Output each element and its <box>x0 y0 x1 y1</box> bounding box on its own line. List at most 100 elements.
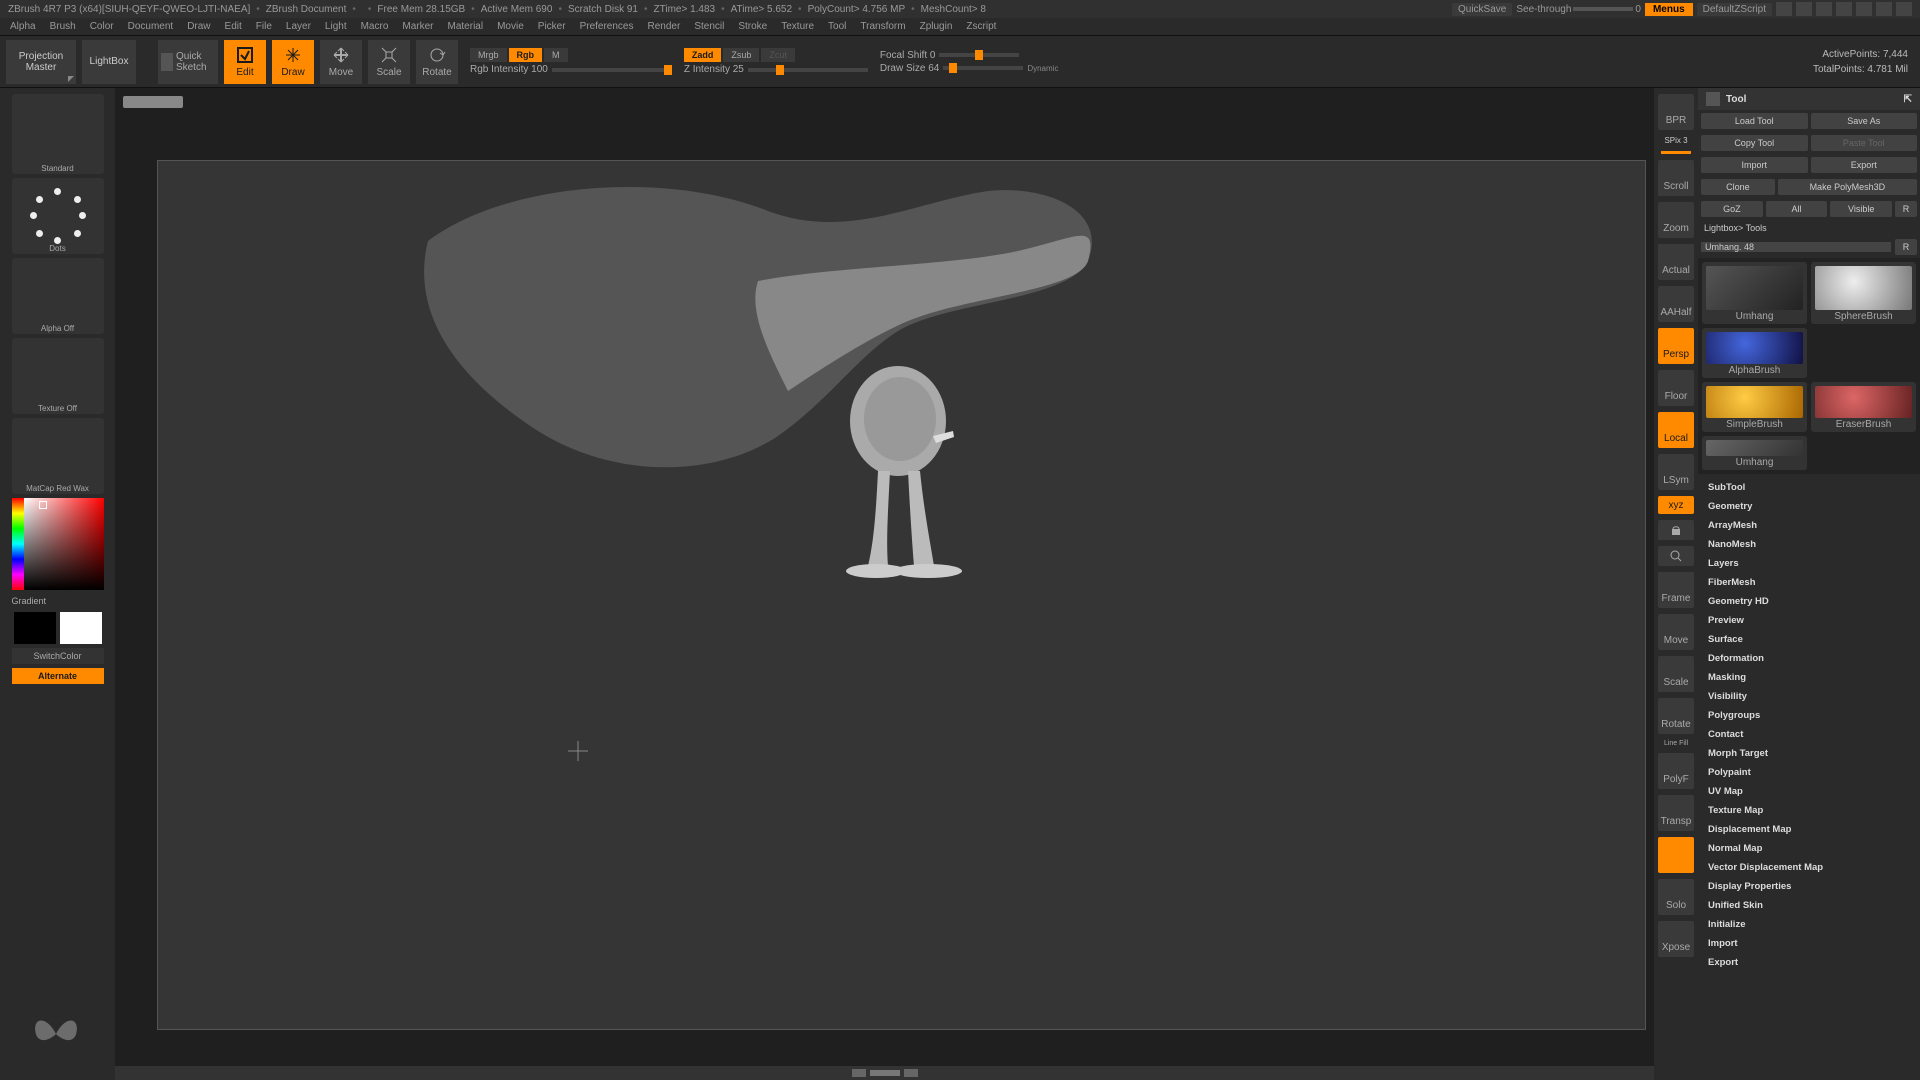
win-btn-1[interactable] <box>1776 2 1792 16</box>
see-through-slider[interactable]: See-through 0 <box>1516 4 1641 15</box>
solo-button[interactable]: Solo <box>1658 879 1694 915</box>
edit-mode-button[interactable]: Edit <box>224 40 266 84</box>
xpose-button[interactable]: Xpose <box>1658 921 1694 957</box>
menu-render[interactable]: Render <box>648 21 681 32</box>
menu-tool[interactable]: Tool <box>828 21 846 32</box>
menu-zscript[interactable]: Zscript <box>966 21 996 32</box>
menu-alpha[interactable]: Alpha <box>10 21 36 32</box>
section-visibility[interactable]: Visibility <box>1698 687 1920 706</box>
local-button[interactable]: Local <box>1658 412 1694 448</box>
menu-transform[interactable]: Transform <box>860 21 905 32</box>
menu-stroke[interactable]: Stroke <box>738 21 767 32</box>
tool-r-button[interactable]: R <box>1895 239 1917 255</box>
mrgb-button[interactable]: Mrgb <box>470 48 507 62</box>
menu-edit[interactable]: Edit <box>225 21 242 32</box>
tool-thumb-eraserbrush[interactable]: EraserBrush <box>1811 382 1916 432</box>
sv-box[interactable] <box>24 498 104 590</box>
menu-movie[interactable]: Movie <box>497 21 524 32</box>
menu-material[interactable]: Material <box>448 21 484 32</box>
section-import[interactable]: Import <box>1698 934 1920 953</box>
make-polymesh-button[interactable]: Make PolyMesh3D <box>1778 179 1917 195</box>
polyf-button[interactable]: PolyF <box>1658 753 1694 789</box>
goz-button[interactable]: GoZ <box>1701 201 1763 217</box>
paste-tool-button[interactable]: Paste Tool <box>1811 135 1918 151</box>
save-as-button[interactable]: Save As <box>1811 113 1918 129</box>
zoom-button[interactable]: Zoom <box>1658 202 1694 238</box>
rgb-button[interactable]: Rgb <box>509 48 543 62</box>
lock-button[interactable] <box>1658 520 1694 540</box>
section-deformation[interactable]: Deformation <box>1698 649 1920 668</box>
menu-light[interactable]: Light <box>325 21 347 32</box>
goz-all-button[interactable]: All <box>1766 201 1828 217</box>
color-picker[interactable] <box>12 498 104 590</box>
spix-label[interactable]: SPix 3 <box>1664 136 1687 145</box>
floor-button[interactable]: Floor <box>1658 370 1694 406</box>
tool-thumb-alphabrush[interactable]: AlphaBrush <box>1702 328 1807 378</box>
section-vector-displacement[interactable]: Vector Displacement Map <box>1698 858 1920 877</box>
win-btn-2[interactable] <box>1796 2 1812 16</box>
section-geometry-hd[interactable]: Geometry HD <box>1698 592 1920 611</box>
draw-mode-button[interactable]: Draw <box>272 40 314 84</box>
section-morph-target[interactable]: Morph Target <box>1698 744 1920 763</box>
tool-name-slider[interactable]: Umhang. 48 <box>1701 242 1891 252</box>
section-surface[interactable]: Surface <box>1698 630 1920 649</box>
export-button[interactable]: Export <box>1811 157 1918 173</box>
quicksave-button[interactable]: QuickSave <box>1452 3 1512 16</box>
section-preview[interactable]: Preview <box>1698 611 1920 630</box>
secondary-color-swatch[interactable] <box>14 612 56 644</box>
close-button[interactable] <box>1896 2 1912 16</box>
texture-selector[interactable]: Texture Off <box>12 338 104 414</box>
quick-sketch-button[interactable]: Quick Sketch <box>158 40 218 84</box>
persp-button[interactable]: Persp <box>1658 328 1694 364</box>
section-polygroups[interactable]: Polygroups <box>1698 706 1920 725</box>
clone-button[interactable]: Clone <box>1701 179 1775 195</box>
menu-marker[interactable]: Marker <box>402 21 433 32</box>
switch-color-button[interactable]: SwitchColor <box>12 648 104 664</box>
canvas-scroll-handle[interactable] <box>123 96 183 108</box>
undock-icon[interactable]: ⇱ <box>1904 94 1912 105</box>
zcut-button[interactable]: Zcut <box>761 48 795 62</box>
magnify-button[interactable] <box>1658 546 1694 566</box>
maximize-button[interactable] <box>1876 2 1892 16</box>
brush-selector[interactable]: Standard <box>12 94 104 174</box>
menu-document[interactable]: Document <box>128 21 174 32</box>
section-masking[interactable]: Masking <box>1698 668 1920 687</box>
canvas-move-button[interactable]: Move <box>1658 614 1694 650</box>
stroke-selector[interactable]: Dots <box>12 178 104 254</box>
primary-color-swatch[interactable] <box>60 612 102 644</box>
section-initialize[interactable]: Initialize <box>1698 915 1920 934</box>
aahalf-button[interactable]: AAHalf <box>1658 286 1694 322</box>
menu-draw[interactable]: Draw <box>187 21 210 32</box>
tool-thumb-simplebrush[interactable]: SimpleBrush <box>1702 382 1807 432</box>
frame-button[interactable]: Frame <box>1658 572 1694 608</box>
actual-button[interactable]: Actual <box>1658 244 1694 280</box>
load-tool-button[interactable]: Load Tool <box>1701 113 1808 129</box>
section-uv-map[interactable]: UV Map <box>1698 782 1920 801</box>
section-fibermesh[interactable]: FiberMesh <box>1698 573 1920 592</box>
copy-tool-button[interactable]: Copy Tool <box>1701 135 1808 151</box>
scroll-button[interactable]: Scroll <box>1658 160 1694 196</box>
section-display-properties[interactable]: Display Properties <box>1698 877 1920 896</box>
goz-visible-button[interactable]: Visible <box>1830 201 1892 217</box>
zadd-button[interactable]: Zadd <box>684 48 722 62</box>
section-layers[interactable]: Layers <box>1698 554 1920 573</box>
zsub-button[interactable]: Zsub <box>723 48 759 62</box>
win-btn-4[interactable] <box>1836 2 1852 16</box>
menu-macro[interactable]: Macro <box>361 21 389 32</box>
menu-file[interactable]: File <box>256 21 272 32</box>
move-mode-button[interactable]: Move <box>320 40 362 84</box>
menu-layer[interactable]: Layer <box>286 21 311 32</box>
m-button[interactable]: M <box>544 48 568 62</box>
z-intensity-slider[interactable]: Z Intensity 25 <box>684 64 868 75</box>
hue-strip[interactable] <box>12 498 24 590</box>
menus-toggle[interactable]: Menus <box>1645 3 1693 16</box>
default-zscript[interactable]: DefaultZScript <box>1697 3 1772 16</box>
rotate-mode-button[interactable]: Rotate <box>416 40 458 84</box>
tool-thumb-spherebrush[interactable]: SphereBrush <box>1811 262 1916 324</box>
focal-shift-slider[interactable]: Focal Shift 0 <box>880 50 1059 61</box>
section-arraymesh[interactable]: ArrayMesh <box>1698 516 1920 535</box>
lightbox-tools-button[interactable]: Lightbox> Tools <box>1698 220 1920 236</box>
menu-preferences[interactable]: Preferences <box>580 21 634 32</box>
draw-size-slider[interactable]: Draw Size 64 Dynamic <box>880 63 1059 74</box>
canvas-scale-button[interactable]: Scale <box>1658 656 1694 692</box>
